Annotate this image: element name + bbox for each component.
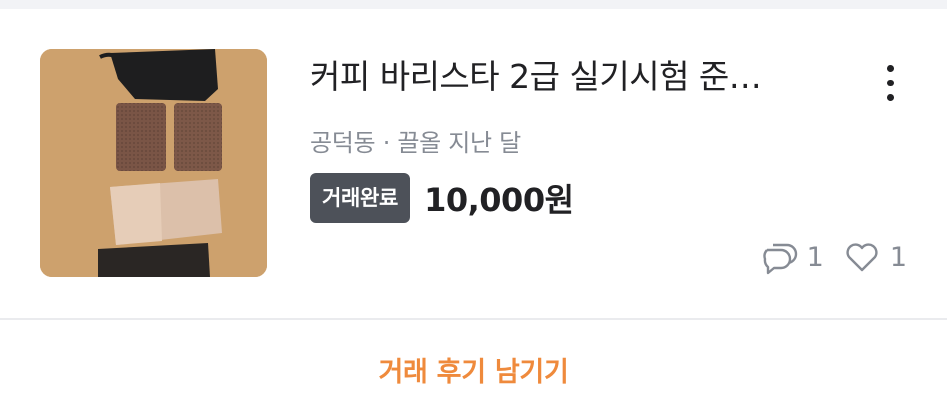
chat-count: 1 <box>806 241 824 273</box>
item-title[interactable]: 커피 바리스타 2급 실기시험 준… <box>310 55 840 99</box>
item-time: 끌올 지난 달 <box>397 129 521 157</box>
more-dot <box>886 79 894 87</box>
item-location: 공덕동 <box>310 129 376 157</box>
more-dot <box>886 94 894 102</box>
top-separator-band <box>0 0 947 9</box>
meta-separator: · <box>382 129 391 157</box>
item-thumbnail[interactable] <box>40 49 267 277</box>
like-count: 1 <box>889 241 907 273</box>
item-card[interactable]: 커피 바리스타 2급 실기시험 준… 공덕동 · 끌올 지난 달 거래완료 10… <box>0 9 947 319</box>
chat-bubble-icon <box>762 243 797 275</box>
more-options-icon[interactable] <box>868 61 912 105</box>
item-meta: 공덕동 · 끌올 지난 달 <box>310 127 521 159</box>
leave-review-button[interactable]: 거래 후기 남기기 <box>0 320 947 419</box>
price-row: 거래완료 10,000원 <box>310 173 574 223</box>
item-price: 10,000원 <box>424 181 574 219</box>
item-stats: 1 1 <box>741 237 907 277</box>
status-badge: 거래완료 <box>310 173 411 223</box>
chat-stat: 1 <box>759 237 824 277</box>
more-dot <box>886 65 894 72</box>
heart-icon <box>846 243 878 272</box>
like-stat: 1 <box>842 237 907 277</box>
product-photo-illustration <box>40 49 267 277</box>
